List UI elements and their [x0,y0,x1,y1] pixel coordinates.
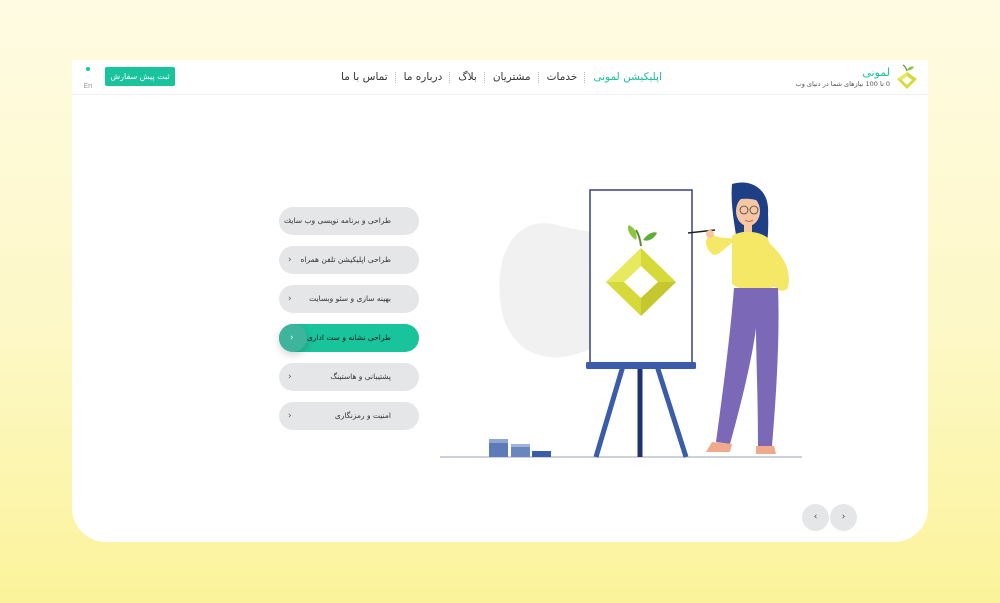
service-item-hosting[interactable]: پشتیبانی و هاستینگ › [279,363,419,391]
chevron-right-icon: › [288,372,292,382]
language-switcher[interactable]: En [81,67,95,92]
chevron-right-icon: › [288,255,292,265]
main-nav: اپلیکیشن لمونی خدمات مشتریان بلاگ درباره… [334,69,669,85]
service-label: پشتیبانی و هاستینگ [330,372,391,381]
service-item-seo[interactable]: بهینه سازی و سئو وبسایت › [279,285,419,313]
nav-divider [394,71,397,83]
nav-item-about[interactable]: درباره ما [397,71,450,83]
nav-item-contact[interactable]: تماس با ما [334,71,395,83]
dot-icon [86,67,90,71]
pre-order-button[interactable]: ثبت پیش سفارش [105,67,175,86]
nav-divider [537,71,540,83]
nav-divider [584,71,586,83]
service-item-web-design[interactable]: طراحی و برنامه نویسی وب سایت › [279,207,419,235]
service-label: طراحی اپلیکیشن تلفن همراه [300,255,391,264]
chevron-right-icon: › [290,333,294,343]
designer-illustration [440,182,802,458]
lemon-logo-icon[interactable] [894,63,920,91]
brand-tagline: 0 تا 100 نیازهای شما در دنیای وب [795,80,890,88]
nav-item-lemony-app[interactable]: اپلیکیشن لمونی [586,71,669,83]
service-item-mobile-app[interactable]: طراحی اپلیکیشن تلفن همراه › [279,246,419,274]
next-slide-button[interactable]: › [830,504,857,531]
nav-item-blog[interactable]: بلاگ [451,71,484,83]
chevron-left-icon: ‹ [813,512,818,522]
nav-item-services[interactable]: خدمات [540,71,585,83]
nav-divider [483,71,486,83]
chevron-right-icon: › [288,294,292,304]
service-item-logo-branding[interactable]: طراحی نشانه و ست اداری › [279,324,419,352]
service-item-security[interactable]: امنیت و رمزنگاری › [279,402,419,430]
service-label: طراحی نشانه و ست اداری [306,333,391,342]
service-label: بهینه سازی و سئو وبسایت [309,294,391,303]
prev-slide-button[interactable]: ‹ [802,504,829,531]
service-label: طراحی و برنامه نویسی وب سایت [284,216,391,225]
pants [716,288,779,446]
nav-divider [449,71,451,83]
paint-can [532,451,551,457]
chevron-right-icon: › [288,216,292,226]
brand-name[interactable]: لمونی [862,66,890,79]
easel-tray [586,362,696,369]
language-label: En [83,82,93,90]
chevron-right-icon: › [841,512,846,522]
chevron-right-icon: › [288,411,292,421]
service-label: امنیت و رمزنگاری [334,411,391,420]
main-card: لمونی 0 تا 100 نیازهای شما در دنیای وب ا… [72,60,928,542]
nav-item-customers[interactable]: مشتریان [486,71,538,83]
site-header: لمونی 0 تا 100 نیازهای شما در دنیای وب ا… [72,60,928,95]
